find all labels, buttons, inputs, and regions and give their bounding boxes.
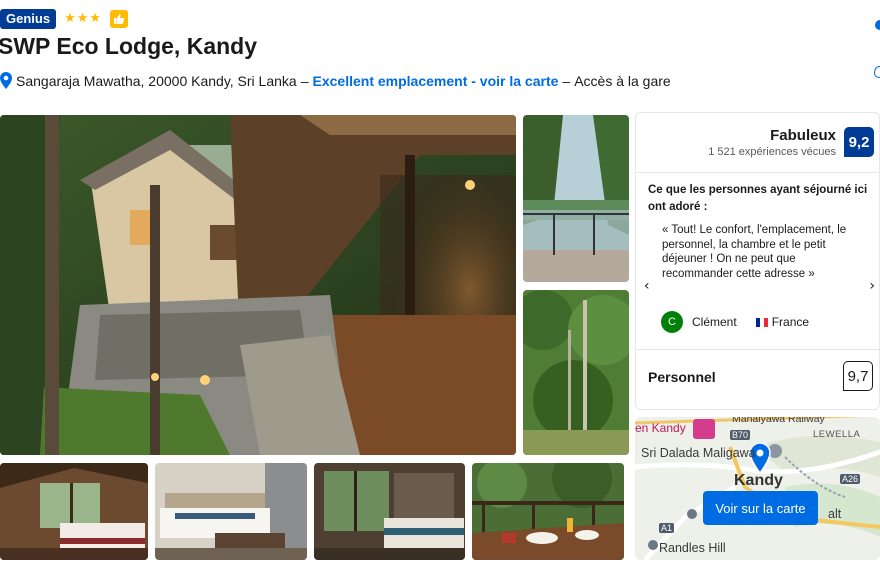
- separator: –: [562, 72, 571, 89]
- reviewer-country: France: [771, 315, 810, 329]
- address-row: Sangaraja Mawatha, 20000 Kandy, Sri Lank…: [0, 72, 671, 89]
- price-match-icon[interactable]: [874, 66, 880, 78]
- france-flag-icon: [755, 317, 768, 327]
- map-label: Randles Hill: [659, 541, 726, 555]
- road-badge: A26: [840, 474, 861, 484]
- thumbs-up-icon: [110, 9, 129, 28]
- hotel-name: SWP Eco Lodge, Kandy: [0, 33, 257, 59]
- badges-row: Genius ★★★: [0, 8, 129, 29]
- road-badge: B70: [730, 430, 751, 440]
- room-photo-1[interactable]: [0, 463, 148, 560]
- genius-badge: Genius: [0, 8, 57, 29]
- separator: –: [300, 72, 309, 89]
- score-label: Fabuleux: [770, 127, 836, 144]
- station-access-text: Accès à la gare: [574, 72, 671, 89]
- divider: [636, 349, 879, 350]
- map-label: alt: [828, 507, 842, 521]
- map-label: Kandy: [734, 472, 783, 489]
- room-photo-2[interactable]: [155, 463, 307, 560]
- chevron-left-icon[interactable]: ‹: [644, 278, 650, 294]
- map-label: LEWELLA: [813, 429, 861, 440]
- room-photo-3[interactable]: [314, 463, 465, 560]
- address-text: Sangaraja Mawatha, 20000 Kandy, Sri Lank…: [16, 72, 297, 89]
- review-count: 1 521 expériences vécues: [708, 146, 836, 158]
- overall-score[interactable]: Fabuleux 1 521 expériences vécues 9,2: [708, 127, 874, 159]
- avatar: C: [661, 311, 683, 333]
- star-rating: ★★★: [64, 11, 103, 26]
- show-on-map-button[interactable]: Voir sur la carte: [703, 491, 818, 525]
- map-label: Sri Dalada Maligawa: [641, 446, 756, 460]
- score-badge: 9,2: [844, 127, 874, 157]
- road-badge: A1: [659, 523, 675, 533]
- share-icon[interactable]: [875, 20, 880, 30]
- map-pin-icon: [0, 72, 12, 89]
- chevron-right-icon[interactable]: ›: [869, 278, 875, 294]
- balcony-view-photo[interactable]: [523, 115, 629, 282]
- location-map[interactable]: Mahaiyawa Railway LEWELLA en Kandy B70 S…: [635, 417, 880, 560]
- reviewer-name: Clément: [692, 315, 737, 329]
- map-label: Mahaiyawa Railway: [732, 417, 825, 425]
- loved-heading: Ce que les personnes ayant séjourné ici …: [648, 184, 868, 213]
- category-score-badge: 9,7: [843, 361, 873, 391]
- map-label: en Kandy: [635, 421, 686, 435]
- location-map-link[interactable]: Excellent emplacement - voir la carte: [313, 73, 559, 89]
- review-summary-panel: Fabuleux 1 521 expériences vécues 9,2 Ce…: [635, 112, 880, 410]
- review-quote: « Tout! Le confort, l'emplacement, le pe…: [662, 224, 847, 280]
- reviewer-info: C Clément France: [661, 311, 809, 333]
- divider: [636, 172, 879, 173]
- forest-photo[interactable]: [523, 290, 629, 455]
- dining-terrace-photo[interactable]: [472, 463, 624, 560]
- lodge-exterior-photo[interactable]: [0, 115, 516, 455]
- category-label: Personnel: [648, 369, 716, 385]
